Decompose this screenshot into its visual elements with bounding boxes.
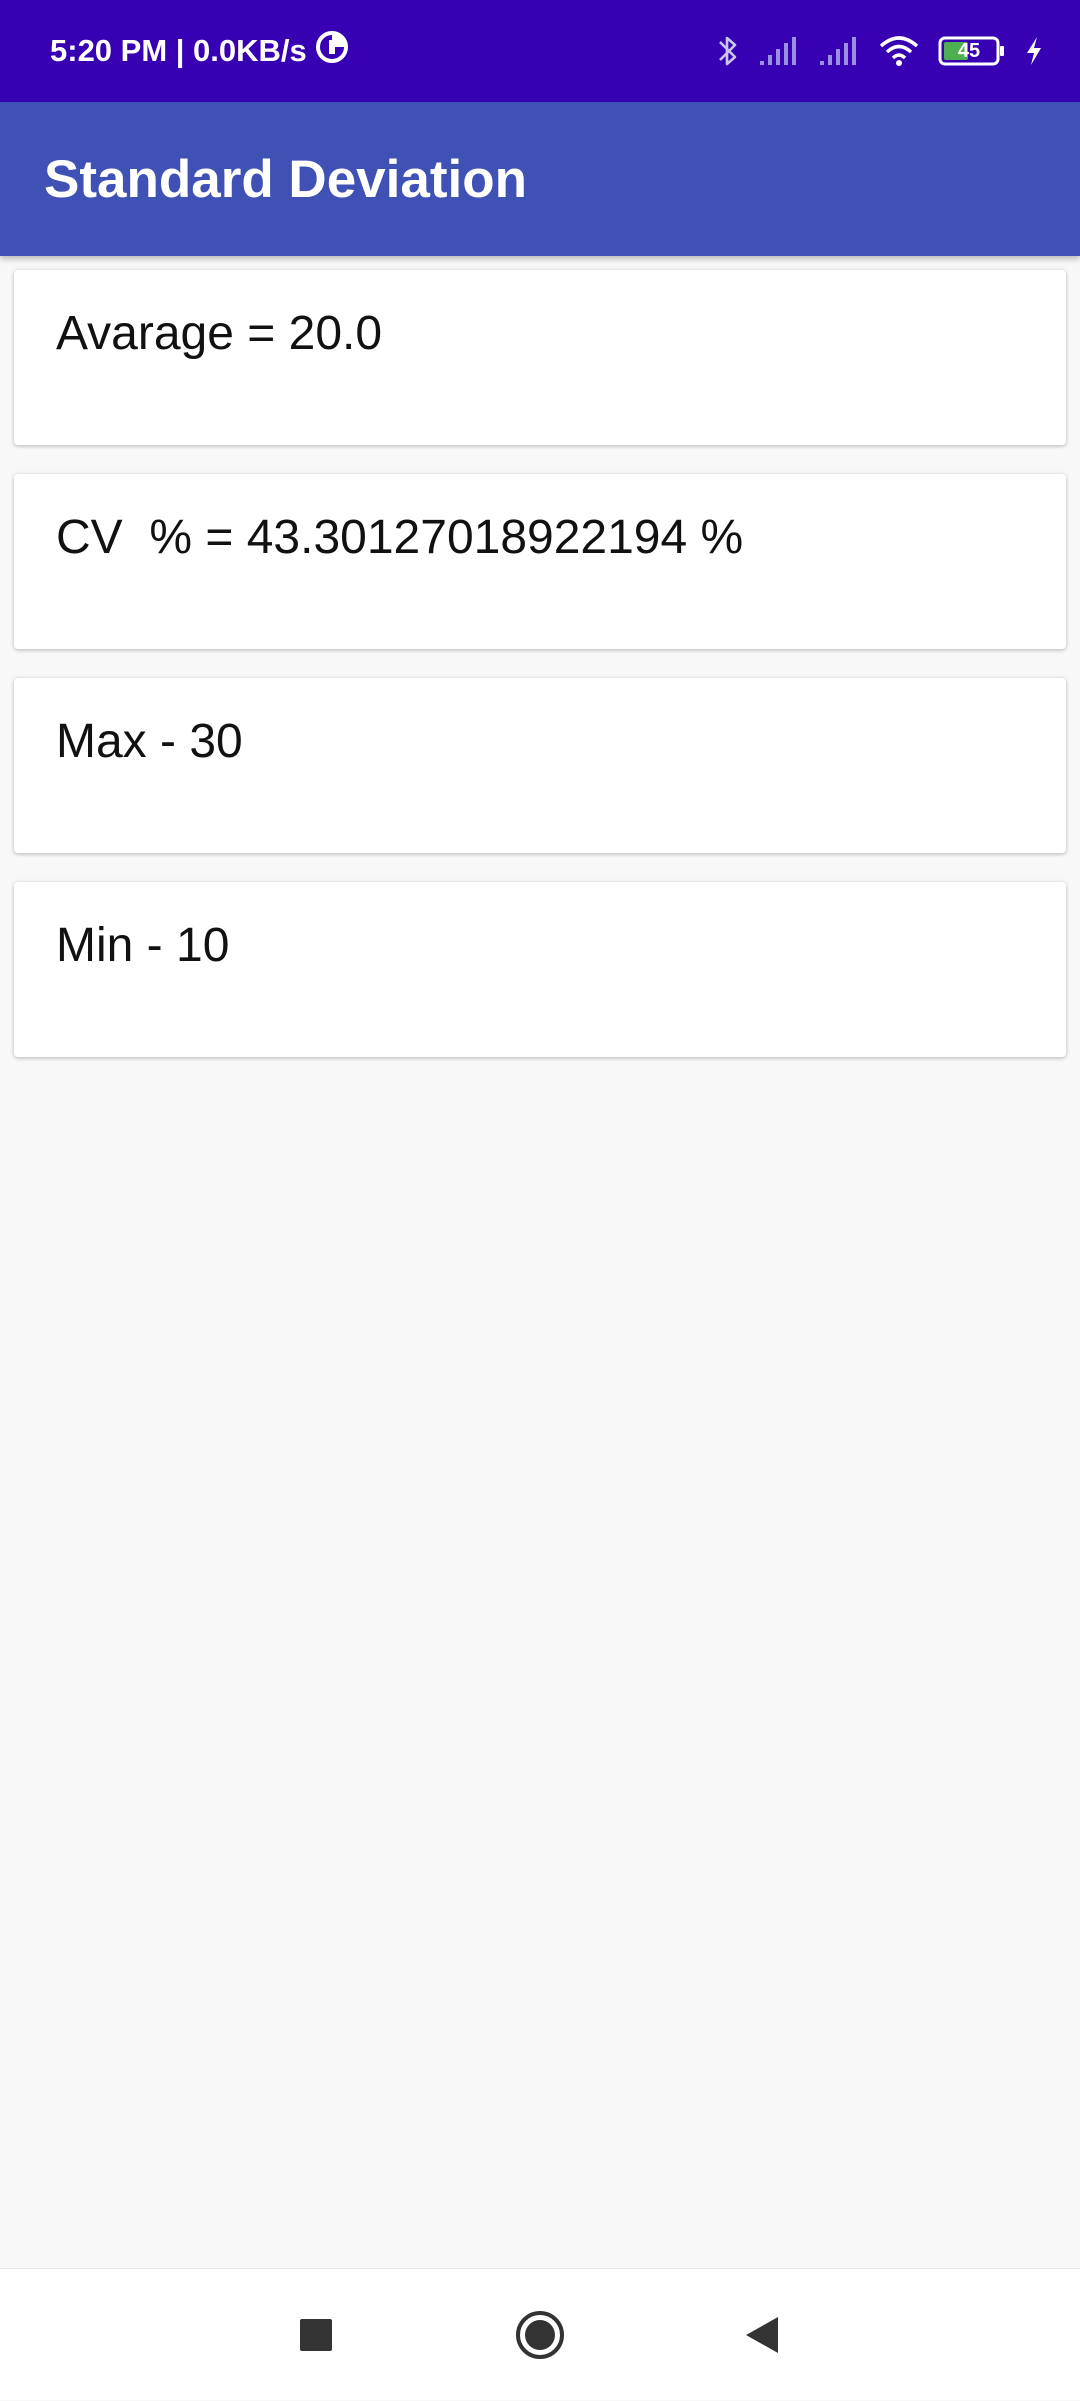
recents-button[interactable] [266,2269,366,2401]
bluetooth-icon [716,33,740,69]
cv-text: CV % = 43.30127018922194 % [56,511,744,564]
status-bar: 5:20 PM | 0.0KB/s 45 [0,0,1080,102]
data-saver-icon [315,30,349,72]
status-left: 5:20 PM | 0.0KB/s [50,0,349,102]
signal-icon [818,35,860,67]
charging-icon [1024,35,1044,67]
result-card-min: Min - 10 [14,882,1066,1057]
back-triangle-icon [746,2317,778,2353]
home-button[interactable] [490,2269,590,2401]
page-title: Standard Deviation [44,149,527,209]
result-card-average: Avarage = 20.0 [14,270,1066,445]
navigation-bar [0,2268,1080,2400]
signal-icon [758,35,800,67]
min-text: Min - 10 [56,919,230,972]
average-text: Avarage = 20.0 [56,307,383,360]
back-button[interactable] [712,2269,812,2401]
recents-square-icon [300,2319,332,2351]
max-text: Max - 30 [56,715,243,768]
app-bar: Standard Deviation [0,102,1080,256]
status-right: 45 [716,0,1044,102]
battery-icon: 45 [938,35,1006,67]
battery-level-text: 45 [957,39,981,62]
wifi-icon [878,34,920,68]
result-card-max: Max - 30 [14,678,1066,853]
status-time-speed: 5:20 PM | 0.0KB/s [50,33,307,68]
home-circle-icon [516,2311,564,2359]
result-card-cv: CV % = 43.30127018922194 % [14,474,1066,649]
